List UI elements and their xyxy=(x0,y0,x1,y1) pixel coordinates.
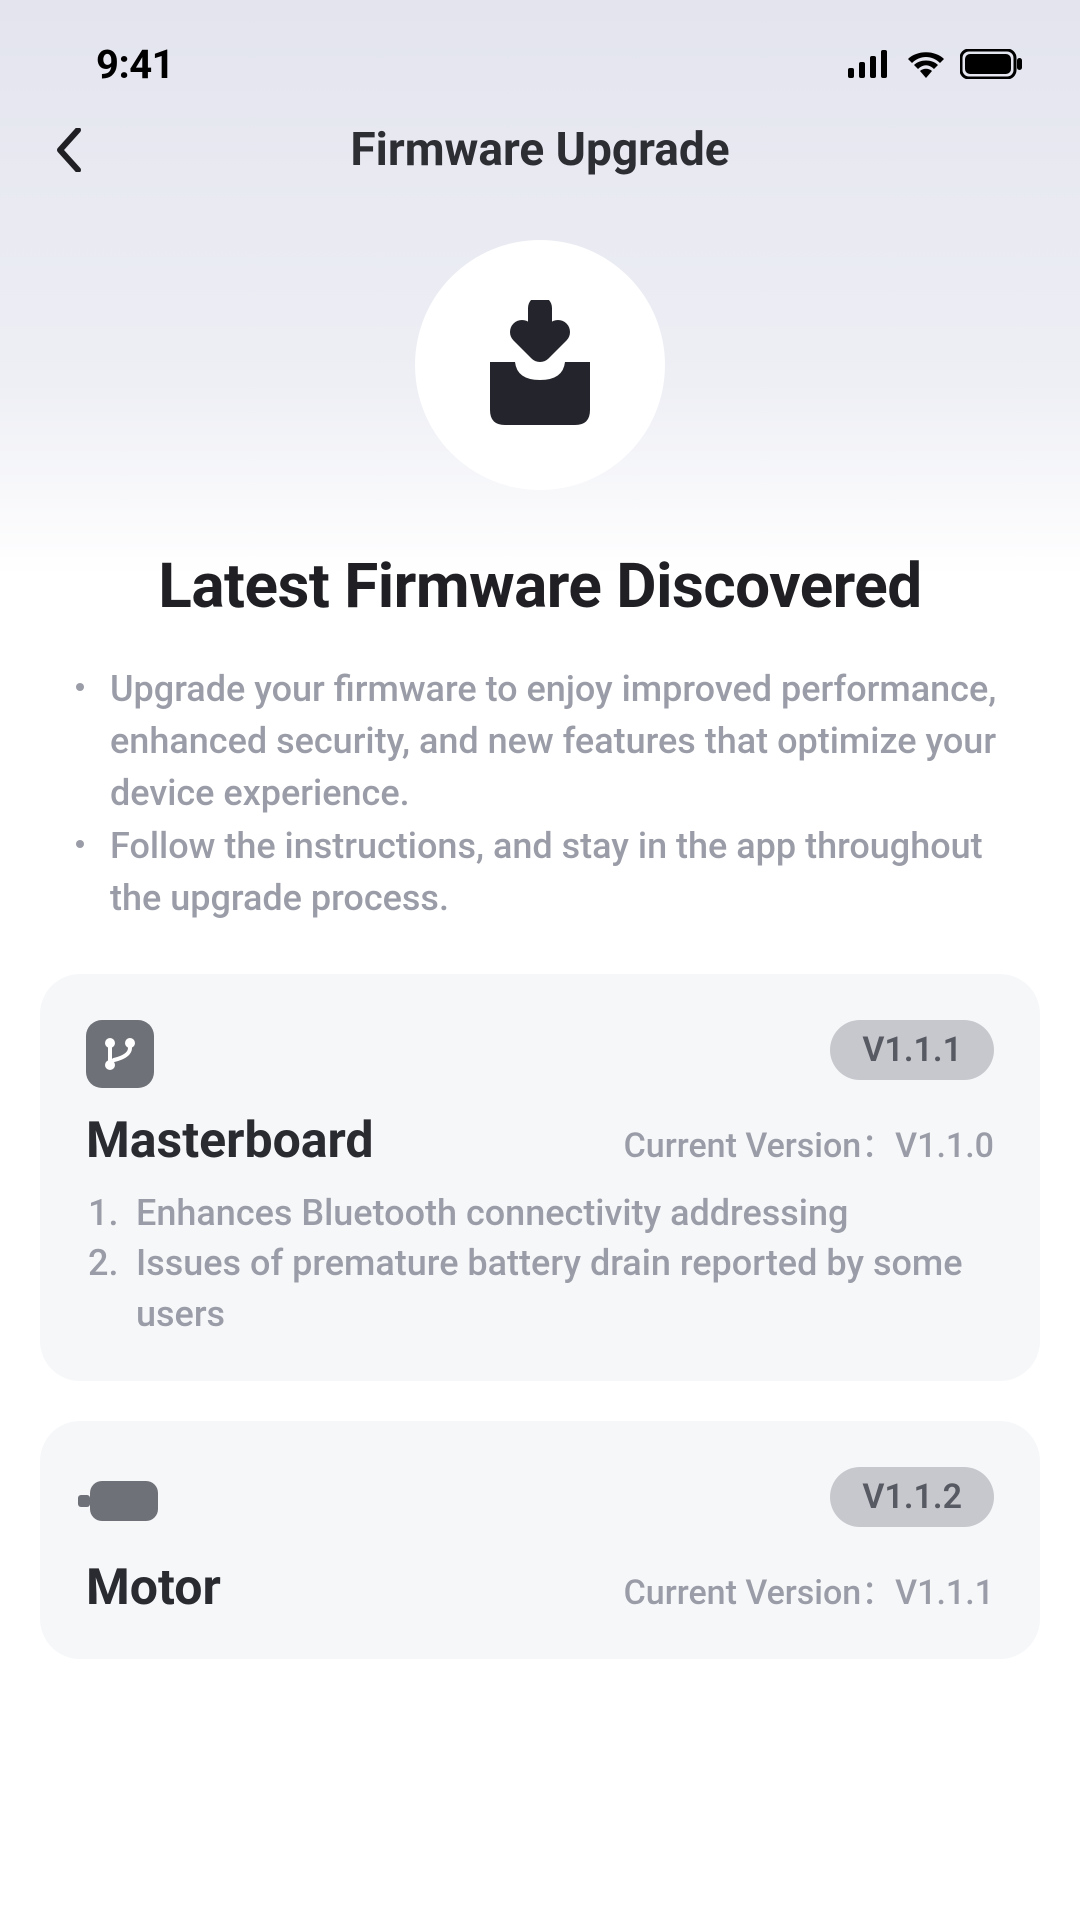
hero-icon-circle xyxy=(415,240,665,490)
changelog-item: Issues of premature battery drain report… xyxy=(86,1238,994,1339)
back-button[interactable] xyxy=(40,120,100,180)
status-time: 9:41 xyxy=(96,41,174,88)
component-name: Masterboard xyxy=(86,1112,374,1170)
card-motor[interactable]: V1.1.2 Motor Current Version：V1.1.1 xyxy=(40,1421,1040,1659)
battery-icon xyxy=(960,49,1024,79)
status-bar: 9:41 xyxy=(0,0,1080,100)
new-version-badge: V1.1.2 xyxy=(830,1467,994,1527)
current-version-label: Current Version：V1.1.0 xyxy=(624,1118,994,1167)
wifi-icon xyxy=(906,50,946,78)
status-icons xyxy=(848,49,1024,79)
chevron-left-icon xyxy=(56,128,84,172)
motor-icon xyxy=(86,1467,158,1535)
component-name: Motor xyxy=(86,1559,221,1617)
branch-icon xyxy=(100,1034,140,1074)
download-icon xyxy=(475,300,605,430)
note-item: Follow the instructions, and stay in the… xyxy=(70,820,1010,924)
masterboard-icon xyxy=(86,1020,154,1088)
cellular-icon xyxy=(848,50,892,78)
current-version-label: Current Version：V1.1.1 xyxy=(624,1565,994,1614)
note-item: Upgrade your firmware to enjoy improved … xyxy=(70,663,1010,820)
page-title: Firmware Upgrade xyxy=(350,123,729,177)
changelog-list: Enhances Bluetooth connectivity addressi… xyxy=(86,1188,994,1339)
main-heading: Latest Firmware Discovered xyxy=(0,550,1080,623)
notes-list: Upgrade your firmware to enjoy improved … xyxy=(0,663,1080,924)
new-version-badge: V1.1.1 xyxy=(830,1020,994,1080)
card-masterboard[interactable]: V1.1.1 Masterboard Current Version：V1.1.… xyxy=(40,974,1040,1381)
changelog-item: Enhances Bluetooth connectivity addressi… xyxy=(86,1188,994,1238)
hero-icon-wrap xyxy=(0,240,1080,490)
nav-bar: Firmware Upgrade xyxy=(0,100,1080,200)
cards-container: V1.1.1 Masterboard Current Version：V1.1.… xyxy=(0,974,1080,1659)
